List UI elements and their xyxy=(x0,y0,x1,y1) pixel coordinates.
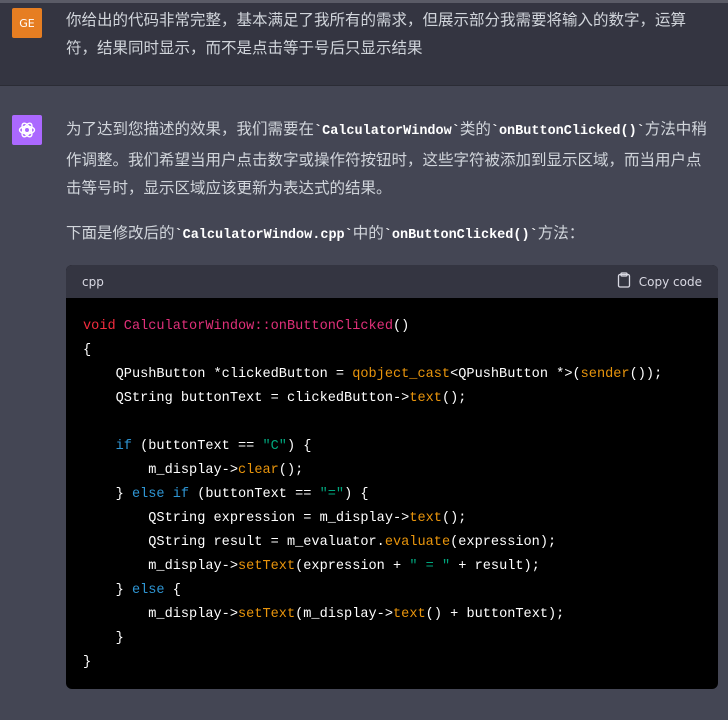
code-token: " = " xyxy=(409,559,451,574)
text: 中的 xyxy=(352,224,384,242)
code-token: (); xyxy=(278,463,304,478)
code-token: clear xyxy=(238,463,279,478)
code-token: QPushButton *clickedButton = xyxy=(83,367,353,382)
code-token: "C" xyxy=(262,439,287,454)
copy-code-label: Copy code xyxy=(638,274,702,289)
code-token: (expression); xyxy=(450,535,557,550)
code-token: <QPushButton *>( xyxy=(450,367,581,382)
user-avatar: GE xyxy=(12,8,42,38)
code-token: text xyxy=(409,391,442,406)
code-language-label: cpp xyxy=(82,274,104,289)
code-token: (); xyxy=(441,511,467,526)
code-token: (m_display-> xyxy=(295,607,394,622)
code-token: void xyxy=(83,319,124,334)
code-line: if (buttonText == "C") { xyxy=(83,435,701,459)
text: 方法： xyxy=(537,224,585,242)
code-token: } xyxy=(83,655,92,670)
code-block-header: cpp Copy code xyxy=(66,265,718,298)
inline-code: `onButtonClicked()` xyxy=(490,124,645,139)
code-line: QString expression = m_display->text(); xyxy=(83,507,701,531)
code-token: else xyxy=(131,583,165,598)
code-token: { xyxy=(164,583,181,598)
code-line: void CalculatorWindow::onButtonClicked() xyxy=(83,315,701,339)
inline-code: `CalculatorWindow` xyxy=(314,124,460,139)
code-token: setText xyxy=(238,559,296,574)
code-token: } xyxy=(83,631,124,646)
code-token: evaluate xyxy=(384,535,451,550)
code-block: cpp Copy code void CalculatorWindow::onB… xyxy=(66,265,718,689)
code-line: m_display->setText(m_display->text() + b… xyxy=(83,603,701,627)
code-token: () xyxy=(393,319,410,334)
code-line: m_display->setText(expression + " = " + … xyxy=(83,555,701,579)
code-token: if xyxy=(83,439,132,454)
code-token: (); xyxy=(441,391,467,406)
code-token: else if xyxy=(131,487,190,502)
code-token: (buttonText == xyxy=(189,487,320,502)
code-token: QString expression = m_display-> xyxy=(83,511,410,526)
text: 下面是修改后的 xyxy=(66,224,175,242)
code-token: text xyxy=(393,607,426,622)
inline-code: `onButtonClicked()` xyxy=(383,228,538,243)
code-token: ()); xyxy=(629,367,663,382)
code-token: } xyxy=(83,487,132,502)
code-line: { xyxy=(83,339,701,363)
code-token: { xyxy=(83,343,92,358)
text: 为了达到您描述的效果，我们需要在 xyxy=(66,120,315,138)
code-line: ​ xyxy=(83,411,701,435)
assistant-paragraph-2: 下面是修改后的`CalculatorWindow.cpp`中的`onButton… xyxy=(66,219,716,250)
code-token: setText xyxy=(238,607,296,622)
code-token: QString buttonText = clickedButton-> xyxy=(83,391,410,406)
code-token: qobject_cast xyxy=(352,367,451,382)
code-token: m_display-> xyxy=(83,559,238,574)
user-message-text: 你给出的代码非常完整，基本满足了我所有的需求，但展示部分我需要将输入的数字，运算… xyxy=(66,11,687,57)
code-token: ) { xyxy=(286,439,312,454)
code-token: } xyxy=(83,583,132,598)
code-line: } xyxy=(83,651,701,675)
code-token: CalculatorWindow::onButtonClicked xyxy=(123,319,393,334)
code-token: ) { xyxy=(344,487,369,502)
code-content: void CalculatorWindow::onButtonClicked()… xyxy=(66,298,718,689)
code-line: QString result = m_evaluator.evaluate(ex… xyxy=(83,531,701,555)
code-token: + result); xyxy=(450,559,540,574)
text: 类的 xyxy=(459,120,491,138)
code-line: QString buttonText = clickedButton->text… xyxy=(83,387,701,411)
code-token: m_display-> xyxy=(83,607,238,622)
code-line: } else { xyxy=(83,579,701,603)
code-token: () + buttonText); xyxy=(425,607,565,622)
code-token: (buttonText == xyxy=(131,439,263,454)
code-line: m_display->clear(); xyxy=(83,459,701,483)
copy-code-button[interactable]: Copy code xyxy=(617,272,702,291)
code-line: QPushButton *clickedButton = qobject_cas… xyxy=(83,363,701,387)
clipboard-icon xyxy=(617,272,631,291)
code-token: (expression + xyxy=(295,559,410,574)
code-token: "=" xyxy=(319,487,345,502)
assistant-paragraph-1: 为了达到您描述的效果，我们需要在`CalculatorWindow`类的`onB… xyxy=(66,115,716,202)
code-line: } else if (buttonText == "=") { xyxy=(83,483,701,507)
code-token: sender xyxy=(580,367,630,382)
code-line: } xyxy=(83,627,701,651)
code-token: text xyxy=(409,511,442,526)
user-message-row: GE 你给出的代码非常完整，基本满足了我所有的需求，但展示部分我需要将输入的数字… xyxy=(0,0,728,86)
code-token: QString result = m_evaluator. xyxy=(83,535,385,550)
inline-code: `CalculatorWindow.cpp` xyxy=(174,228,353,243)
code-token: m_display-> xyxy=(83,463,238,478)
openai-logo-icon xyxy=(12,115,42,145)
